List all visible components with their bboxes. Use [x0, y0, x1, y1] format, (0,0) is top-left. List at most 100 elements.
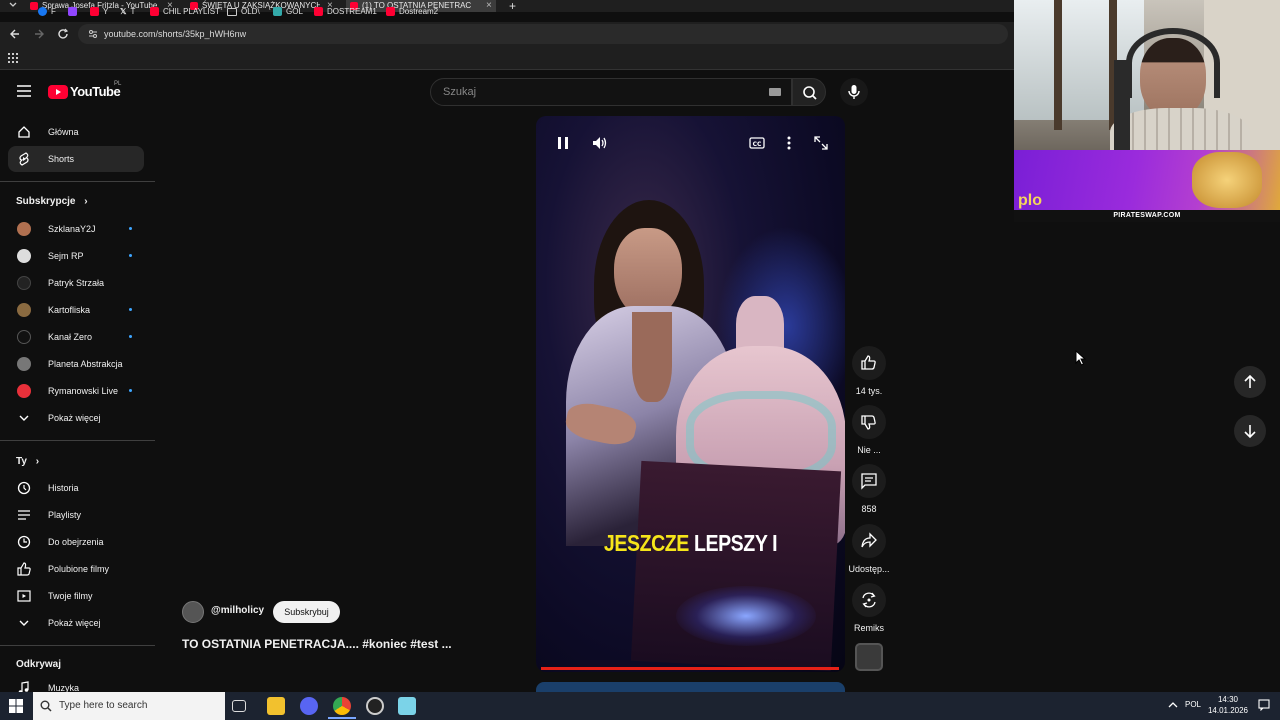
short-video-player[interactable]: JESZCZE LEPSZY I	[536, 116, 845, 672]
like-count: 14 tys.	[855, 386, 883, 396]
like-button[interactable]	[852, 346, 886, 380]
file-explorer-icon[interactable]	[267, 697, 285, 715]
voice-search-button[interactable]	[840, 78, 868, 106]
sidebar-item-subscription[interactable]: Sejm RP	[8, 243, 144, 269]
bookmark-dostream2[interactable]: Dostream2	[386, 0, 438, 24]
sidebar-item-subscription[interactable]: SzklanaY2J	[8, 216, 144, 242]
bookmark-youtube[interactable]: Y	[90, 0, 108, 24]
sidebar-item-subscription[interactable]: Kartofliska	[8, 297, 144, 323]
show-more-subscriptions[interactable]: Pokaż więcej	[8, 405, 144, 431]
sidebar-divider	[0, 181, 155, 182]
sidebar-item-liked[interactable]: Polubione filmy	[8, 556, 144, 582]
more-options-button[interactable]	[780, 134, 798, 152]
subscribe-button[interactable]: Subskrybuj	[273, 601, 340, 623]
avatar	[17, 330, 31, 344]
tab-search-chevron-icon[interactable]	[8, 0, 18, 10]
bookmark-dostream1[interactable]: DOSTREAM1	[314, 0, 377, 24]
language-indicator[interactable]: POL	[1185, 700, 1201, 709]
thumb-down-icon	[861, 415, 876, 430]
remix-icon	[862, 592, 876, 608]
notifications-icon[interactable]	[1258, 699, 1270, 711]
sidebar-item-subscription[interactable]: Kanał Zero	[8, 324, 144, 350]
forward-icon[interactable]	[33, 28, 45, 40]
site-info-icon[interactable]	[88, 29, 98, 39]
playlist-icon	[18, 510, 30, 520]
share-button[interactable]	[852, 524, 886, 558]
sidebar-item-playlists[interactable]: Playlisty	[8, 502, 144, 528]
bookmark-x[interactable]: 𝕏T	[120, 0, 135, 24]
video-icon	[17, 590, 31, 602]
previous-short-button[interactable]	[1234, 366, 1266, 398]
comments-action[interactable]: 858	[848, 464, 890, 514]
webcam-chair	[1114, 60, 1130, 150]
arrow-down-icon	[1244, 425, 1256, 439]
address-bar[interactable]: youtube.com/shorts/35kp_hWH6nw	[78, 24, 1008, 44]
obs-icon[interactable]	[366, 697, 384, 715]
back-icon[interactable]	[9, 28, 21, 40]
youtube-icon	[386, 7, 395, 17]
chrome-icon[interactable]	[333, 697, 351, 715]
svg-text:CC: CC	[753, 141, 762, 148]
windows-start-icon[interactable]	[9, 699, 23, 713]
next-short-button[interactable]	[1234, 415, 1266, 447]
remix-action[interactable]: Remiks	[848, 583, 890, 633]
subscriptions-header[interactable]: Subskrypcje ›	[16, 196, 88, 207]
region-code: PL	[114, 81, 122, 87]
like-action[interactable]: 14 tys.	[848, 346, 890, 396]
close-tab-icon[interactable]: ×	[486, 0, 492, 12]
system-clock[interactable]: 14:30 14.01.2026	[1204, 694, 1252, 716]
bookmark-chil-playlist[interactable]: CHIL PLAYLIST	[150, 0, 220, 24]
chevron-right-icon: ›	[35, 456, 40, 467]
bookmark-twitch[interactable]	[68, 0, 81, 24]
channel-avatar[interactable]	[182, 601, 204, 623]
sidebar-item-your-videos[interactable]: Twoje filmy	[8, 583, 144, 609]
new-tab-icon[interactable]: +	[509, 0, 516, 12]
video-progress-bar[interactable]	[541, 667, 839, 670]
remix-button[interactable]	[852, 583, 886, 617]
share-action[interactable]: Udostęp...	[848, 524, 890, 574]
banner-partial-text: plo	[1018, 192, 1042, 209]
channel-name[interactable]: @milholicy	[211, 605, 264, 616]
sponsor-url: PIRATESWAP.COM	[1014, 210, 1280, 222]
avatar	[17, 276, 31, 290]
dislike-button[interactable]	[852, 405, 886, 439]
sidebar-item-history[interactable]: Historia	[8, 475, 144, 501]
thumb-up-icon	[861, 355, 876, 370]
menu-icon[interactable]	[17, 85, 31, 97]
bookmark-folder-old[interactable]: OLD\	[227, 0, 260, 24]
captions-button[interactable]: CC	[748, 134, 766, 152]
keyboard-icon[interactable]	[769, 88, 781, 96]
x-icon: 𝕏	[120, 7, 127, 16]
search-placeholder: Szukaj	[443, 86, 477, 98]
shorts-icon	[19, 152, 29, 166]
sidebar-item-watch-later[interactable]: Do obejrzenia	[8, 529, 144, 555]
comments-button[interactable]	[852, 464, 886, 498]
tray-chevron-up-icon[interactable]	[1168, 700, 1178, 710]
pause-button[interactable]	[554, 134, 572, 152]
sidebar-item-subscription[interactable]: Patryk Strzała	[8, 270, 144, 296]
audio-track-thumbnail[interactable]	[855, 643, 883, 671]
youtube-logo[interactable]: YouTube PL	[48, 81, 128, 100]
volume-icon	[593, 137, 607, 149]
video-title[interactable]: TO OSTATNIA PENETRACJA.... #koniec #test…	[182, 637, 452, 651]
show-more-you[interactable]: Pokaż więcej	[8, 610, 144, 636]
task-view-icon[interactable]	[232, 700, 246, 712]
app-icon[interactable]	[398, 697, 416, 715]
apps-grid-icon[interactable]	[8, 53, 18, 63]
bookmark-facebook[interactable]: F	[38, 0, 56, 24]
search-button[interactable]	[792, 78, 826, 106]
reload-icon[interactable]	[57, 28, 69, 40]
discord-icon[interactable]	[300, 697, 318, 715]
search-input[interactable]: Szukaj	[430, 78, 792, 106]
sidebar-item-subscription[interactable]: Rymanowski Live	[8, 378, 144, 404]
sidebar-item-subscription[interactable]: Planeta Abstrakcja	[8, 351, 144, 377]
dislike-action[interactable]: Nie ...	[848, 405, 890, 455]
sidebar-item-shorts[interactable]: Shorts	[8, 146, 144, 172]
taskbar-search-input[interactable]: Type here to search	[33, 692, 225, 720]
bookmark-gol[interactable]: GOL	[273, 0, 303, 24]
comment-icon	[861, 473, 877, 490]
fullscreen-button[interactable]	[812, 134, 830, 152]
volume-button[interactable]	[591, 134, 609, 152]
sidebar-item-home[interactable]: Główna	[8, 119, 144, 145]
you-header[interactable]: Ty ›	[16, 456, 39, 467]
